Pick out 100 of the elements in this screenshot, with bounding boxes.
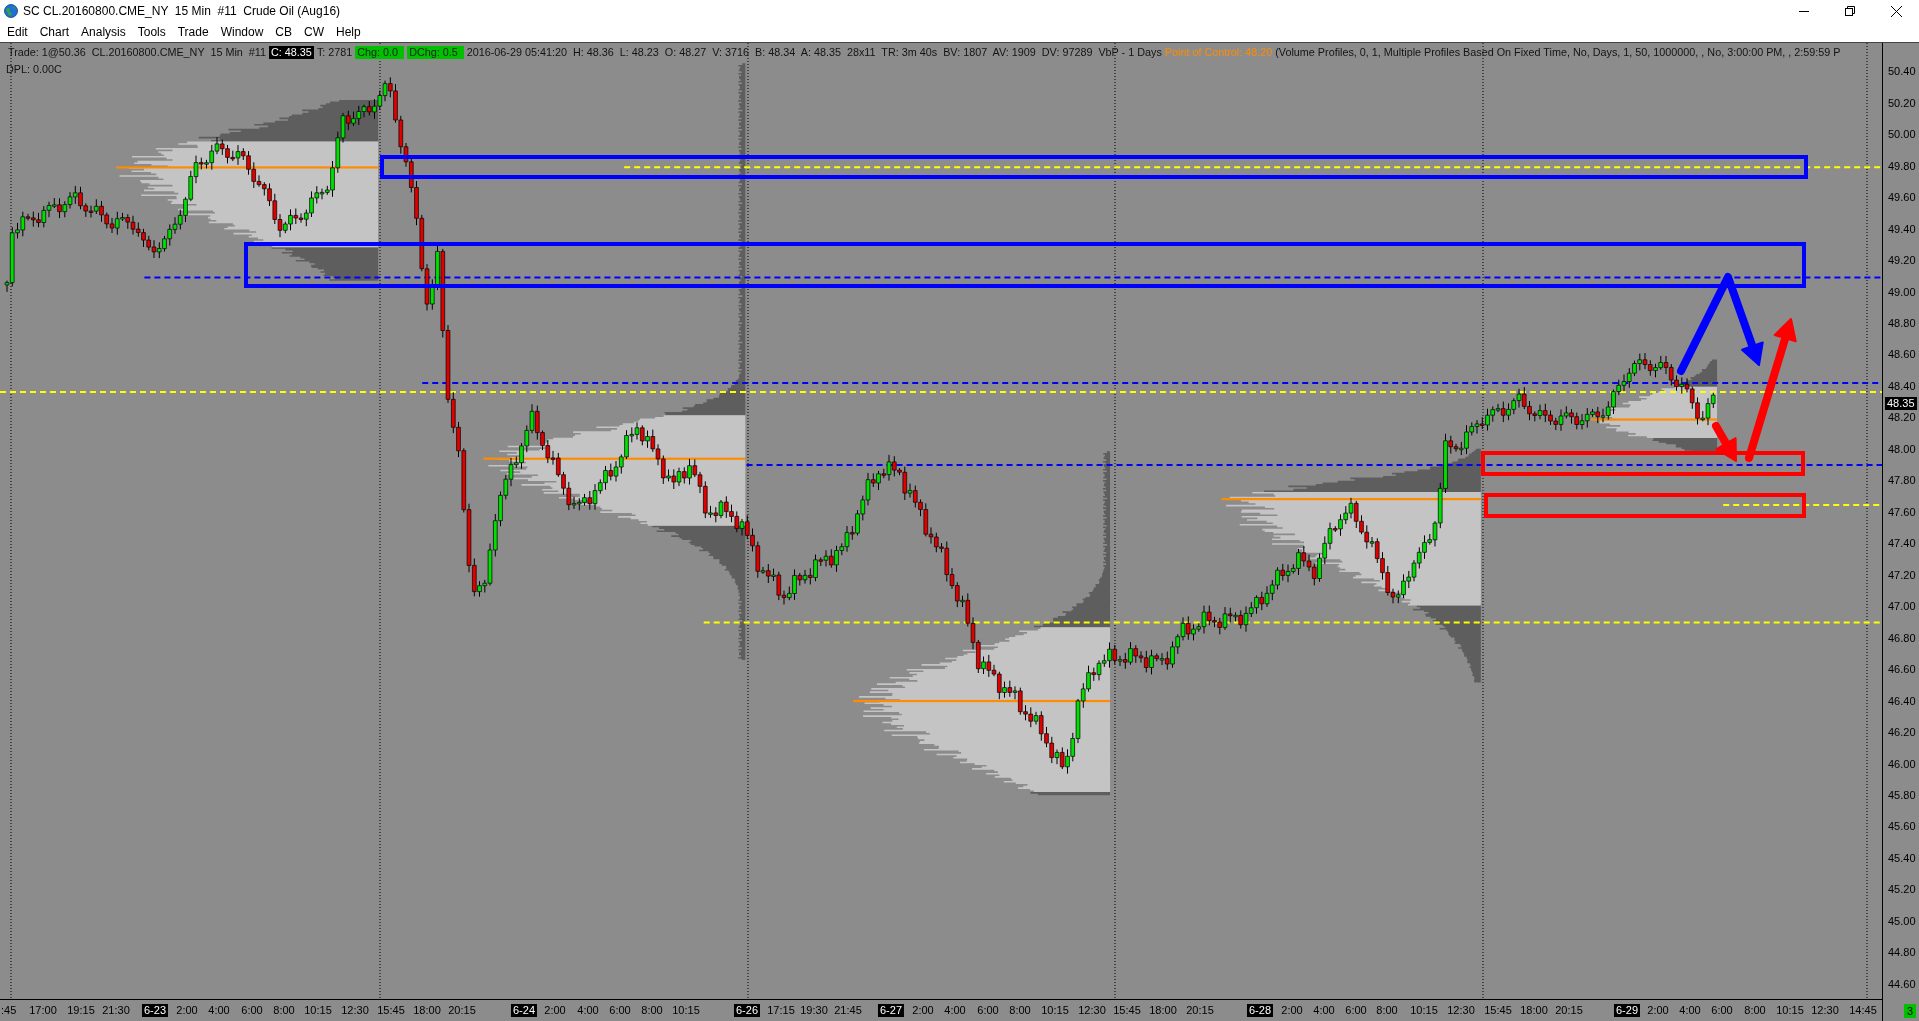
time-label: 2:00 bbox=[1647, 1004, 1669, 1017]
minimize-icon bbox=[1799, 10, 1809, 12]
time-label: 15:45 bbox=[1113, 1004, 1141, 1017]
time-label: 10:15 bbox=[304, 1004, 332, 1017]
time-label: 15:45 bbox=[1484, 1004, 1512, 1017]
dpl-text: DPL: 0.00C bbox=[6, 63, 62, 76]
price-label: 50.00 bbox=[1888, 128, 1916, 142]
time-label: 12:30 bbox=[341, 1004, 369, 1017]
menu-item[interactable]: Trade bbox=[171, 22, 215, 42]
menu-item[interactable]: Edit bbox=[1, 22, 34, 42]
price-label: 49.60 bbox=[1888, 191, 1916, 205]
time-label: 6:00 bbox=[977, 1004, 999, 1017]
price-label: 49.40 bbox=[1888, 222, 1916, 236]
price-label: 46.60 bbox=[1888, 663, 1916, 677]
menu-item[interactable]: Tools bbox=[131, 22, 172, 42]
time-label: :45 bbox=[1, 1004, 17, 1017]
time-label: 2:00 bbox=[544, 1004, 566, 1017]
time-label: 18:00 bbox=[1520, 1004, 1548, 1017]
price-label: 48.20 bbox=[1888, 411, 1916, 425]
menu-item[interactable]: Window bbox=[214, 22, 270, 42]
price-label: 49.00 bbox=[1888, 285, 1916, 299]
price-label: 47.20 bbox=[1888, 568, 1916, 582]
price-label: 44.80 bbox=[1888, 946, 1916, 960]
price-label: 48.60 bbox=[1888, 348, 1916, 362]
date-label: 6-29 bbox=[1614, 1004, 1640, 1017]
time-label: 4:00 bbox=[1313, 1004, 1335, 1017]
price-label: 47.40 bbox=[1888, 537, 1916, 551]
info-text: (Volume Profiles, 0, 1, Multiple Profiles Based On Fixed Time, No, Days, 1, 50, 1000000, , No, 3:00:00 PM, , 2:59:59 P bbox=[1275, 46, 1841, 59]
menu-item[interactable]: CW bbox=[298, 22, 330, 42]
info-text: C: 48.35 bbox=[269, 46, 314, 59]
time-label: 8:00 bbox=[1009, 1004, 1031, 1017]
time-label: 18:00 bbox=[1149, 1004, 1177, 1017]
price-label: 46.80 bbox=[1888, 631, 1916, 645]
time-label: 17:00 bbox=[29, 1004, 57, 1017]
info-text: DChg: 0.5 bbox=[407, 46, 464, 59]
time-label: 10:15 bbox=[1410, 1004, 1438, 1017]
time-label: 4:00 bbox=[1679, 1004, 1701, 1017]
info-text: 2016-06-29 05:41:20 H: 48.36 L: 48.23 O: 48.27 V: 3716 B: 48.34 A: 48.35 28x11 TR: 3m 40s BV: 1807 AV: 1909 DV: 97289 VbP - 1 Days bbox=[466, 46, 1162, 59]
time-label: 8:00 bbox=[1376, 1004, 1398, 1017]
price-label: 48.00 bbox=[1888, 442, 1916, 456]
time-label: 19:30 bbox=[800, 1004, 828, 1017]
price-label: 46.00 bbox=[1888, 757, 1916, 771]
count-indicator: 3 bbox=[1903, 1003, 1916, 1018]
price-label: 45.80 bbox=[1888, 789, 1916, 802]
price-label: 48.40 bbox=[1888, 379, 1916, 393]
price-label: 45.20 bbox=[1888, 883, 1916, 897]
trend-arrow bbox=[1712, 422, 1737, 462]
time-label: 15:45 bbox=[377, 1004, 405, 1017]
time-label: 4:00 bbox=[944, 1004, 966, 1017]
time-label: 14:45 bbox=[1849, 1004, 1877, 1017]
time-label: 10:15 bbox=[672, 1004, 700, 1017]
time-label: 8:00 bbox=[1744, 1004, 1766, 1017]
time-label: 17:15 bbox=[767, 1004, 795, 1017]
price-label: 45.60 bbox=[1888, 820, 1916, 834]
time-label: 2:00 bbox=[1281, 1004, 1303, 1017]
date-label: 6-27 bbox=[878, 1004, 904, 1017]
time-label: 6:00 bbox=[1345, 1004, 1367, 1017]
time-label: 4:00 bbox=[208, 1004, 230, 1017]
menu-item[interactable]: CB bbox=[269, 22, 298, 42]
date-label: 6-28 bbox=[1247, 1004, 1273, 1017]
time-label: 6:00 bbox=[609, 1004, 631, 1017]
price-label: 50.20 bbox=[1888, 96, 1916, 110]
globe-icon bbox=[4, 4, 18, 18]
time-label: 2:00 bbox=[176, 1004, 198, 1017]
date-label: 6-24 bbox=[511, 1004, 537, 1017]
time-label: 21:45 bbox=[834, 1004, 862, 1017]
menu-item[interactable]: Analysis bbox=[75, 22, 132, 42]
time-label: 20:15 bbox=[1186, 1004, 1214, 1017]
time-label: 18:00 bbox=[413, 1004, 441, 1017]
menu-item[interactable]: Help bbox=[330, 22, 367, 42]
time-label: 8:00 bbox=[641, 1004, 663, 1017]
time-label: 20:15 bbox=[1555, 1004, 1583, 1017]
time-label: 4:00 bbox=[577, 1004, 599, 1017]
time-label: 12:30 bbox=[1447, 1004, 1475, 1017]
time-label: 19:15 bbox=[67, 1004, 95, 1017]
price-label: 45.00 bbox=[1888, 914, 1916, 928]
price-label: 47.60 bbox=[1888, 505, 1916, 519]
price-label: 44.60 bbox=[1888, 977, 1916, 991]
time-label: 21:30 bbox=[102, 1004, 130, 1017]
menu-item[interactable]: Chart bbox=[33, 22, 76, 42]
time-label: 20:15 bbox=[448, 1004, 476, 1017]
price-label: 49.20 bbox=[1888, 254, 1916, 268]
time-label: 2:00 bbox=[912, 1004, 934, 1017]
price-label: 47.00 bbox=[1888, 600, 1916, 614]
time-label: 6:00 bbox=[241, 1004, 263, 1017]
date-label: 6-26 bbox=[734, 1004, 760, 1017]
price-label: 47.80 bbox=[1888, 474, 1916, 488]
time-label: 12:30 bbox=[1078, 1004, 1106, 1017]
current-price-label: 48.35 bbox=[1885, 397, 1917, 410]
info-text: Chg: 0.0 bbox=[355, 46, 405, 59]
window-title: SC CL.20160800.CME_NY 15 Min #11 Crude Oil (Aug16) bbox=[23, 3, 341, 20]
date-label: 6-23 bbox=[142, 1004, 168, 1017]
close-icon bbox=[1890, 5, 1902, 17]
price-label: 50.40 bbox=[1888, 65, 1916, 79]
info-text: Trade: 1@50.36 CL.20160800.CME_NY 15 Min #11 bbox=[8, 46, 267, 59]
time-label: 6:00 bbox=[1711, 1004, 1733, 1017]
price-label: 46.40 bbox=[1888, 694, 1916, 708]
time-label: 10:15 bbox=[1041, 1004, 1069, 1017]
restore-icon bbox=[1845, 6, 1855, 16]
time-label: 10:15 bbox=[1776, 1004, 1804, 1017]
